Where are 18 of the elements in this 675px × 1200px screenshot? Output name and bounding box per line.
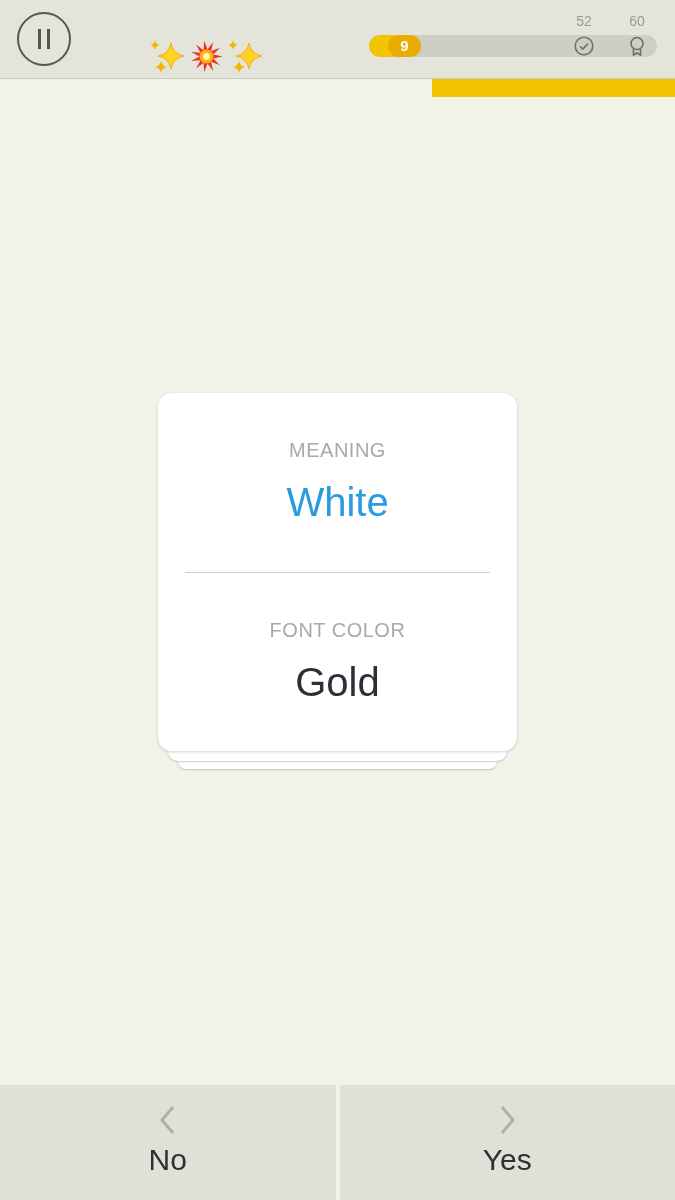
- section-label: FONT COLOR: [269, 618, 406, 642]
- explosion-icon: [189, 39, 224, 74]
- milestone-label: 52: [576, 13, 592, 29]
- check-circle-icon: [574, 36, 594, 56]
- section-value: White: [286, 479, 389, 526]
- chevron-right-icon: [498, 1105, 516, 1135]
- sparkles-icon: [228, 39, 263, 74]
- pause-icon: [38, 29, 50, 49]
- milestone-label: 60: [629, 13, 645, 29]
- answer-button[interactable]: No: [0, 1085, 336, 1200]
- section-value: Gold: [295, 659, 380, 706]
- chevron-left-icon: [159, 1105, 177, 1135]
- pause-button[interactable]: [17, 12, 71, 66]
- score-badge: 9: [387, 35, 421, 57]
- sparkles-icon: [150, 39, 185, 74]
- medal-icon: [627, 36, 647, 56]
- section-label: MEANING: [289, 438, 386, 462]
- answer-button[interactable]: Yes: [339, 1085, 675, 1200]
